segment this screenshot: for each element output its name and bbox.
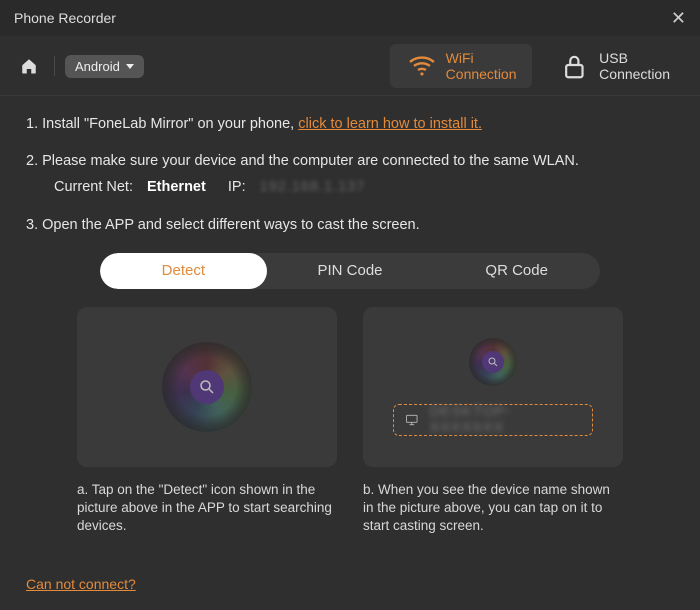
- window-title: Phone Recorder: [14, 10, 116, 26]
- detect-search-icon: [190, 370, 224, 404]
- network-line: Current Net: Ethernet IP: 192.168.1.137: [54, 177, 674, 199]
- tab-detect[interactable]: Detect: [100, 253, 267, 289]
- step3-text: 3. Open the APP and select different way…: [26, 217, 420, 233]
- net-value: Ethernet: [147, 179, 206, 195]
- platform-label: Android: [75, 59, 120, 74]
- tab-qr-code[interactable]: QR Code: [433, 253, 600, 289]
- content-area: 1. Install "FoneLab Mirror" on your phon…: [0, 96, 700, 546]
- net-label: Current Net:: [54, 179, 133, 195]
- tab-pin-label: PIN Code: [317, 262, 382, 279]
- device-name-box: DESKTOP-XXXXXXX: [393, 404, 593, 436]
- caption-b: b. When you see the device name shown in…: [363, 481, 623, 536]
- device-name-placeholder: DESKTOP-XXXXXXX: [430, 404, 582, 436]
- home-button[interactable]: [14, 53, 44, 79]
- tab-detect-label: Detect: [162, 262, 205, 279]
- tab-wifi-label: WiFi Connection: [446, 50, 517, 82]
- step1-text: 1. Install "FoneLab Mirror" on your phon…: [26, 116, 298, 132]
- wifi-icon: [406, 50, 438, 82]
- chevron-down-icon: [126, 64, 134, 69]
- home-icon: [20, 57, 38, 75]
- tab-pin-code[interactable]: PIN Code: [267, 253, 434, 289]
- step2-text: 2. Please make sure your device and the …: [26, 153, 579, 169]
- footer: Can not connect?: [26, 576, 136, 594]
- color-wheel-small-icon: [469, 338, 517, 386]
- tab-qr-label: QR Code: [485, 262, 548, 279]
- detect-search-small-icon: [482, 351, 504, 373]
- ip-label: IP:: [228, 179, 246, 195]
- step-1: 1. Install "FoneLab Mirror" on your phon…: [26, 114, 674, 136]
- ip-value: 192.168.1.137: [260, 179, 366, 195]
- cast-method-tabs: Detect PIN Code QR Code: [100, 253, 600, 289]
- card-detect-illustration: [77, 307, 337, 467]
- toolbar: Android WiFi Connection USB Connection: [0, 36, 700, 96]
- step-2: 2. Please make sure your device and the …: [26, 151, 674, 199]
- install-link[interactable]: click to learn how to install it.: [298, 116, 482, 132]
- close-icon[interactable]: ✕: [671, 8, 686, 29]
- caption-row: a. Tap on the "Detect" icon shown in the…: [26, 471, 674, 536]
- usb-lock-icon: [558, 50, 591, 83]
- tab-usb-connection[interactable]: USB Connection: [542, 44, 686, 89]
- titlebar: Phone Recorder ✕: [0, 0, 700, 36]
- platform-select[interactable]: Android: [65, 55, 144, 78]
- step-3: 3. Open the APP and select different way…: [26, 215, 674, 237]
- cannot-connect-link[interactable]: Can not connect?: [26, 576, 136, 592]
- caption-a: a. Tap on the "Detect" icon shown in the…: [77, 481, 337, 536]
- monitor-icon: [404, 413, 420, 427]
- cards-row: DESKTOP-XXXXXXX: [26, 307, 674, 467]
- card-device-illustration: DESKTOP-XXXXXXX: [363, 307, 623, 467]
- divider: [54, 56, 55, 76]
- tab-wifi-connection[interactable]: WiFi Connection: [390, 44, 533, 88]
- color-wheel-icon: [162, 342, 252, 432]
- tab-usb-label: USB Connection: [599, 50, 670, 82]
